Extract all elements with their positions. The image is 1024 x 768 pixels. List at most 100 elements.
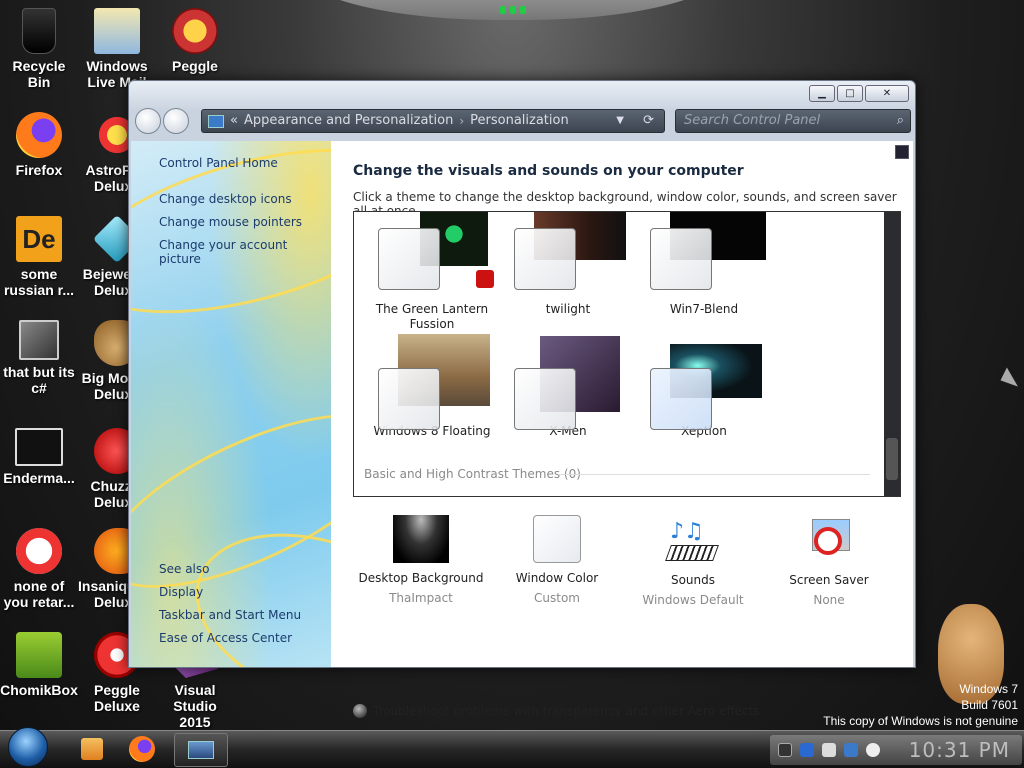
setting-desktop-background[interactable]: Desktop Background ThaImpact [353, 515, 489, 605]
desktop-background-icon [393, 515, 449, 563]
icon-label: Peggle [172, 58, 218, 74]
setting-window-color[interactable]: Window Color Custom [489, 515, 625, 605]
tray-flag-icon[interactable] [822, 743, 836, 757]
peggle-nights-icon [172, 8, 218, 54]
tray-network-icon[interactable] [778, 743, 792, 757]
theme-scrollbar[interactable] [884, 212, 900, 496]
basic-themes-header[interactable]: Basic and High Contrast Themes (0) [364, 467, 581, 481]
navigation-bar: « Appearance and Personalization › Perso… [133, 107, 911, 135]
help-icon[interactable] [895, 145, 909, 159]
desktop-icon-windows-live-mail[interactable]: Windows Live Mail [78, 8, 156, 90]
firefox-icon [16, 112, 62, 158]
icon-label: Peggle [94, 682, 140, 698]
sidebar-link-account-picture[interactable]: Change your account picture [159, 238, 331, 266]
control-panel-icon [208, 114, 224, 128]
setting-value: Windows Default [642, 593, 744, 607]
chomikbox-icon [16, 632, 62, 678]
maximize-button[interactable]: □ [837, 85, 863, 102]
setting-value: Custom [534, 591, 580, 605]
icon-label: none of [13, 578, 65, 594]
tray-monitor-icon[interactable] [844, 743, 858, 757]
recycle-bin-icon [22, 8, 56, 54]
dinosaur-icon [16, 528, 62, 574]
forward-button[interactable] [163, 108, 189, 134]
troubleshoot-icon [353, 704, 367, 718]
theme-glass [378, 228, 440, 290]
watermark-version: Windows 7 [959, 682, 1018, 696]
sidebar-link-mouse-pointers[interactable]: Change mouse pointers [159, 215, 302, 229]
theme-label: twilight [545, 302, 591, 316]
tray-volume-icon[interactable] [866, 743, 880, 757]
group-divider [558, 474, 870, 475]
address-dropdown-icon[interactable]: ▼ [616, 110, 624, 132]
theme-glass [378, 368, 440, 430]
theme-x-men[interactable]: X-Men [500, 334, 636, 439]
icon-label: ChomikBox [0, 682, 78, 698]
theme-label: Fussion [409, 317, 455, 331]
close-button[interactable]: ✕ [865, 85, 909, 102]
start-button[interactable] [8, 727, 48, 767]
refresh-icon[interactable]: ⟳ [643, 110, 654, 132]
sidebar-link-taskbar[interactable]: Taskbar and Start Menu [159, 608, 301, 622]
sidebar-link-display[interactable]: Display [159, 585, 203, 599]
troubleshoot-link[interactable]: Troubleshoot problems with transparency … [353, 704, 760, 718]
icon-label: that but its [3, 364, 75, 380]
led-indicator [500, 6, 526, 16]
desktop-icon-some-russian[interactable]: De some russian r... [0, 216, 78, 298]
sidebar-link-ease-of-access[interactable]: Ease of Access Center [159, 631, 292, 645]
theme-green-lantern[interactable]: The Green Lantern Fussion [364, 212, 500, 332]
desktop-icon-firefox[interactable]: Firefox [0, 112, 78, 178]
theme-label: Win7-Blend [669, 302, 739, 316]
theme-twilight[interactable]: twilight [500, 212, 636, 317]
window-controls: ▁ □ ✕ [809, 85, 909, 102]
desktop-icon-recycle-bin[interactable]: Recycle Bin [0, 8, 78, 90]
taskbar: 10:31 PM [0, 727, 1024, 768]
console-icon [15, 428, 63, 466]
theme-glass [514, 228, 576, 290]
copy-windows-icon [19, 320, 59, 360]
icon-label: Windows [86, 58, 148, 74]
setting-sounds[interactable]: ♪♫ Sounds Windows Default [625, 515, 761, 607]
setting-title: Desktop Background [358, 571, 484, 585]
search-icon[interactable]: ⌕ [897, 110, 904, 132]
breadcrumb-separator-icon: › [459, 114, 465, 128]
icon-label: Recycle [12, 58, 66, 74]
taskbar-control-panel-icon[interactable] [174, 733, 228, 767]
theme-windows-8-floating[interactable]: Windows 8 Floating [364, 334, 500, 439]
search-input[interactable]: Search Control Panel ⌕ [675, 109, 911, 133]
de-icon: De [16, 216, 62, 262]
breadcrumb-personalization[interactable]: Personalization [470, 110, 569, 132]
theme-thumbnail [500, 334, 636, 430]
theme-xeption[interactable]: Xeption [636, 334, 772, 439]
desktop-icon-that-but-its-csharp[interactable]: that but its c# [0, 320, 78, 396]
desktop-icon-none-of-you[interactable]: none of you retar... [0, 528, 78, 610]
address-bar[interactable]: « Appearance and Personalization › Perso… [201, 109, 665, 133]
back-button[interactable] [135, 108, 161, 134]
breadcrumb-prefix: « [230, 113, 238, 128]
watermark-build: Build 7601 [961, 698, 1018, 712]
icon-label: Deluxe [94, 698, 140, 714]
tray-device-icon[interactable] [800, 743, 814, 757]
icon-label: Enderma... [3, 470, 75, 486]
theme-list: The Green Lantern Fussion twilight Win7-… [353, 211, 901, 497]
desktop-icon-peggle-nights[interactable]: Peggle [156, 8, 234, 74]
taskbar-media-player-icon[interactable] [72, 735, 112, 765]
sidebar-link-control-panel-home[interactable]: Control Panel Home [159, 156, 278, 170]
sidebar-link-desktop-icons[interactable]: Change desktop icons [159, 192, 292, 206]
desktop-icon-enderman[interactable]: Enderma... [0, 428, 78, 486]
breadcrumb-appearance[interactable]: Appearance and Personalization [244, 110, 453, 132]
scrollbar-thumb[interactable] [886, 438, 898, 480]
minimize-button[interactable]: ▁ [809, 85, 835, 102]
theme-win7-blend[interactable]: Win7-Blend [636, 212, 772, 317]
icon-label: Visual [174, 682, 216, 698]
icon-label: you retar... [3, 594, 75, 610]
desktop-icon-chomikbox[interactable]: ChomikBox [0, 632, 78, 698]
taskbar-clock[interactable]: 10:31 PM [909, 738, 1010, 762]
personalization-window: ▁ □ ✕ « Appearance and Personalization ›… [128, 80, 916, 718]
taskbar-firefox-icon[interactable] [122, 735, 162, 765]
setting-screen-saver[interactable]: Screen Saver None [761, 515, 897, 607]
see-also-heading: See also [159, 562, 210, 576]
setting-value: ThaImpact [389, 591, 453, 605]
theme-thumbnail [364, 334, 500, 430]
icon-label: c# [31, 380, 47, 396]
